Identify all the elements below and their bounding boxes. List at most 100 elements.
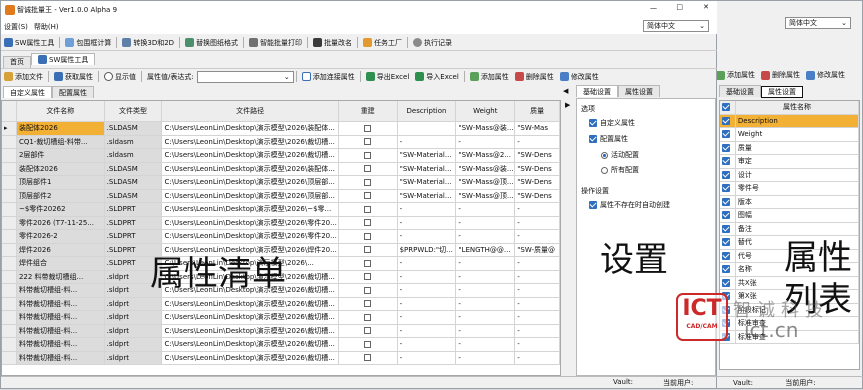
cell-description[interactable]: -	[398, 311, 457, 324]
prop-list-row[interactable]: Description	[720, 114, 859, 128]
table-row[interactable]: 装配体2026 .SLDASM C:\Users\LeonLin\Desktop\演…	[2, 162, 560, 176]
menu-settings[interactable]: 设置(S)	[1, 20, 31, 34]
cell-weight[interactable]: "SW-Mass@2...	[456, 149, 516, 162]
cell-file-type[interactable]: .SLDPRT	[104, 203, 163, 216]
cell-file-path[interactable]: C:\Users\LeonLin\Desktop\演示模型\2026\裁切槽..…	[162, 297, 339, 310]
cell-file-path[interactable]: C:\Users\LeonLin\Desktop\演示模型\2026\裁切槽..…	[162, 324, 339, 337]
cell-weight[interactable]: -	[456, 216, 516, 229]
close-icon[interactable]: ✕	[703, 3, 709, 11]
tab-custom-props[interactable]: 自定义属性	[3, 86, 52, 98]
cell-file-type[interactable]: .sldasm	[104, 149, 163, 162]
cell-rebuild[interactable]	[339, 351, 398, 364]
cell-mass[interactable]: "SW-Mas	[515, 122, 560, 135]
row-header[interactable]	[2, 338, 17, 351]
tab-config-props[interactable]: 配置属性	[52, 86, 94, 98]
cell-file-path[interactable]: C:\Users\LeonLin\Desktop\演示模型\2026\裁切槽..…	[162, 351, 339, 364]
row-header[interactable]	[2, 297, 17, 310]
cell-file-name[interactable]: ~$零件20262	[16, 203, 105, 216]
tool-replace-format[interactable]: 替换图纸格式	[182, 36, 241, 50]
prop-name-cell[interactable]: 零件号	[736, 182, 859, 195]
expand-right-icon[interactable]: ▶	[565, 101, 570, 109]
prop-checkbox[interactable]	[722, 157, 730, 165]
rebuild-checkbox[interactable]	[364, 138, 372, 145]
cell-description[interactable]: -	[398, 230, 457, 243]
cell-mass[interactable]: -	[515, 270, 560, 283]
prop-checkbox[interactable]	[722, 197, 730, 206]
col-file-name[interactable]: 文件名称	[16, 101, 105, 121]
back-edit-prop-button[interactable]: 修改属性	[803, 68, 848, 82]
get-props-button[interactable]: 获取属性	[51, 70, 96, 84]
cell-file-type[interactable]: .sldprt	[104, 351, 163, 364]
cell-rebuild[interactable]	[339, 176, 398, 189]
col-file-type[interactable]: 文件类型	[104, 101, 163, 121]
add-link-button[interactable]: 添加连接属性	[299, 70, 358, 84]
cell-description[interactable]: -	[398, 284, 457, 297]
cell-rebuild[interactable]	[339, 297, 398, 310]
minimize-icon[interactable]: —	[650, 4, 657, 12]
cell-file-name[interactable]: 料带裁切槽组-料...	[16, 284, 105, 297]
cell-description[interactable]: -	[398, 270, 457, 283]
prop-check-cell[interactable]	[720, 249, 736, 262]
prop-checkbox[interactable]	[722, 211, 730, 219]
import-excel-button[interactable]: 导入Excel	[412, 70, 462, 84]
cell-mass[interactable]: "SW-质量@	[515, 243, 560, 256]
cell-description[interactable]	[398, 122, 457, 135]
radio-active-dot[interactable]	[601, 151, 608, 159]
cell-file-name[interactable]: 料带裁切槽组-料...	[16, 297, 105, 310]
rebuild-checkbox[interactable]	[364, 340, 372, 348]
cell-weight[interactable]: -	[456, 297, 516, 310]
col-weight[interactable]: Weight	[456, 101, 516, 121]
radio-all-config[interactable]: 所有配置	[601, 165, 639, 175]
rebuild-checkbox[interactable]	[364, 219, 372, 226]
cell-description[interactable]: -	[398, 257, 457, 270]
rebuild-checkbox[interactable]	[364, 151, 372, 159]
cell-mass[interactable]: "SW-Dens	[515, 162, 560, 175]
cell-weight[interactable]: "SW-Mass@顶...	[456, 189, 516, 202]
export-excel-button[interactable]: 导出Excel	[363, 70, 413, 84]
cell-weight[interactable]: -	[456, 351, 516, 364]
row-header[interactable]	[2, 189, 17, 202]
cell-rebuild[interactable]	[339, 135, 398, 148]
tool-exec-log[interactable]: 执行记录	[410, 36, 455, 50]
prop-check-cell[interactable]	[720, 276, 736, 289]
cell-file-path[interactable]: C:\Users\LeonLin\Desktop\演示模型\2026\~$零..…	[162, 203, 339, 216]
prop-name-cell[interactable]: Description	[736, 114, 859, 127]
cell-file-type[interactable]: .SLDASM	[104, 189, 163, 202]
cell-mass[interactable]: "SW-Dens	[515, 189, 560, 202]
cell-weight[interactable]: -	[456, 338, 516, 351]
opt-custom-props[interactable]: 自定义属性	[589, 118, 635, 128]
cell-weight[interactable]: -	[456, 230, 516, 243]
col-file-path[interactable]: 文件路径	[162, 101, 339, 121]
rebuild-checkbox[interactable]	[364, 165, 372, 172]
cell-rebuild[interactable]	[339, 257, 398, 270]
prop-checkbox[interactable]	[722, 224, 730, 233]
cell-mass[interactable]: -	[515, 338, 560, 351]
cell-file-name[interactable]: 222 料带裁切槽组...	[16, 270, 105, 283]
cell-mass[interactable]: -	[515, 135, 560, 148]
table-row[interactable]: 2层部件 .sldasm C:\Users\LeonLin\Desktop\演示模型…	[2, 149, 560, 163]
rebuild-checkbox[interactable]	[364, 259, 372, 267]
row-header[interactable]	[2, 243, 17, 256]
prop-checkbox[interactable]	[722, 143, 730, 152]
row-header[interactable]	[2, 270, 17, 283]
language-select[interactable]: 简体中文 ⌄	[643, 20, 709, 32]
table-row[interactable]: 零件2026 (T7-11-25... .SLDPRT C:\Users\LeonL…	[2, 216, 560, 230]
rebuild-checkbox[interactable]	[364, 232, 372, 240]
cell-file-path[interactable]: C:\Users\LeonLin\Desktop\演示模型\2026\顶层部..…	[162, 189, 339, 202]
prop-check-cell[interactable]	[720, 168, 736, 181]
prop-name-cell[interactable]: 质量	[736, 141, 859, 154]
prop-check-cell[interactable]	[720, 263, 736, 276]
row-header[interactable]	[2, 216, 17, 229]
tab-basic-settings[interactable]: 基础设置	[576, 85, 618, 97]
row-header[interactable]	[2, 351, 17, 364]
cell-description[interactable]: "SW-Material...	[398, 149, 457, 162]
back-add-prop-button[interactable]: 添加属性	[713, 68, 758, 82]
back-language-select[interactable]: 简体中文 ⌄	[785, 17, 851, 29]
cell-description[interactable]: "SW-Material...	[398, 176, 457, 189]
edit-prop-button[interactable]: 修改属性	[557, 70, 602, 84]
cell-rebuild[interactable]	[339, 338, 398, 351]
cell-mass[interactable]: -	[515, 216, 560, 229]
tool-batch-print[interactable]: 智能批量打印	[246, 36, 305, 50]
table-row[interactable]: 料带裁切槽组-料... .sldprt C:\Users\LeonLin\Deskt…	[2, 324, 560, 338]
cell-file-path[interactable]: C:\Users\LeonLin\Desktop\演示模型\2026\顶层部..…	[162, 176, 339, 189]
